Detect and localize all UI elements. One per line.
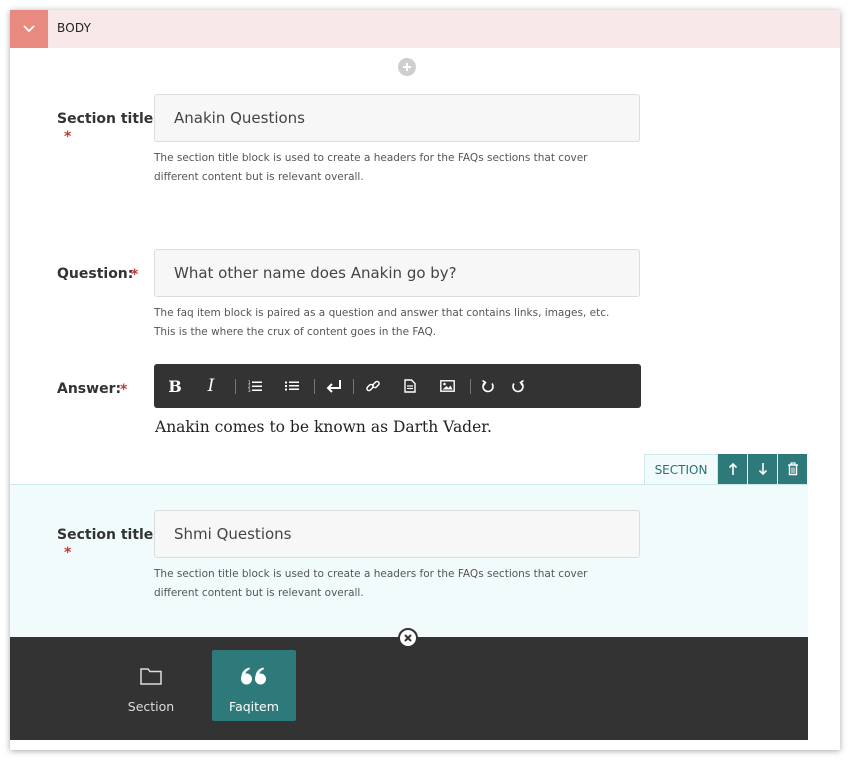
question-input[interactable] bbox=[154, 249, 640, 297]
section-title-label: Section title: bbox=[57, 111, 159, 127]
toolbar-divider bbox=[314, 379, 315, 394]
required-marker: * bbox=[131, 267, 139, 283]
svg-text:3: 3 bbox=[248, 388, 251, 392]
bullet-list-button[interactable] bbox=[280, 374, 304, 398]
toolbar-divider bbox=[235, 379, 236, 394]
required-marker: * bbox=[64, 129, 72, 145]
answer-label: Answer: bbox=[57, 381, 122, 397]
link-icon bbox=[366, 380, 380, 392]
arrow-up-icon bbox=[728, 462, 737, 475]
line-break-icon bbox=[326, 380, 341, 393]
move-down-button[interactable] bbox=[748, 454, 777, 484]
bold-button[interactable]: B bbox=[163, 374, 187, 398]
bullet-list-icon bbox=[285, 381, 299, 391]
section-tag: SECTION bbox=[644, 454, 718, 484]
body-panel: BODY Section title: * The section title … bbox=[10, 10, 840, 750]
undo-button[interactable] bbox=[476, 374, 500, 398]
section-title-input[interactable] bbox=[154, 510, 640, 558]
body-header: BODY bbox=[10, 10, 840, 48]
arrow-down-icon bbox=[758, 463, 767, 476]
move-up-button[interactable] bbox=[718, 454, 747, 484]
document-icon bbox=[404, 379, 416, 393]
link-button[interactable] bbox=[361, 374, 385, 398]
folder-icon bbox=[140, 668, 162, 685]
plus-icon bbox=[403, 63, 411, 71]
line-break-button[interactable] bbox=[322, 374, 346, 398]
chevron-down-icon bbox=[23, 25, 35, 33]
collapse-toggle[interactable] bbox=[10, 10, 48, 48]
document-button[interactable] bbox=[398, 374, 422, 398]
section-title-help: The section title block is used to creat… bbox=[154, 152, 588, 183]
toolbar-divider bbox=[353, 379, 354, 394]
question-help: The faq item block is paired as a questi… bbox=[154, 307, 610, 338]
image-button[interactable] bbox=[435, 374, 459, 398]
image-icon bbox=[439, 380, 455, 392]
answer-editor[interactable]: Anakin comes to be known as Darth Vader. bbox=[155, 418, 492, 436]
bold-icon: B bbox=[168, 376, 182, 396]
italic-button[interactable]: I bbox=[199, 374, 223, 398]
rich-text-toolbar: B I 1 2 3 bbox=[154, 364, 641, 408]
add-faqitem-button[interactable]: Faqitem bbox=[212, 650, 296, 721]
section-title-help: The section title block is used to creat… bbox=[154, 568, 588, 599]
section-title-input[interactable] bbox=[154, 94, 640, 142]
quote-icon bbox=[241, 667, 266, 685]
trash-icon bbox=[787, 462, 798, 476]
section-title-label: Section title: bbox=[57, 527, 159, 543]
add-block-button[interactable] bbox=[398, 58, 416, 76]
add-section-button[interactable]: Section bbox=[109, 650, 193, 721]
redo-icon bbox=[512, 379, 524, 393]
block-label: Section bbox=[127, 699, 175, 714]
italic-icon: I bbox=[207, 376, 215, 396]
block-label: Faqitem bbox=[229, 699, 279, 714]
undo-icon bbox=[482, 379, 494, 393]
required-marker: * bbox=[64, 545, 72, 561]
question-label: Question: bbox=[57, 266, 134, 282]
header-title: BODY bbox=[57, 21, 92, 35]
section-block-2 bbox=[10, 484, 808, 638]
delete-button[interactable] bbox=[778, 454, 807, 484]
close-icon bbox=[404, 634, 412, 642]
redo-button[interactable] bbox=[506, 374, 530, 398]
ordered-list-icon: 1 2 3 bbox=[248, 380, 262, 392]
toolbar-divider bbox=[470, 379, 471, 394]
block-picker: Section Faqitem bbox=[10, 637, 808, 740]
ordered-list-button[interactable]: 1 2 3 bbox=[243, 374, 267, 398]
required-marker: * bbox=[120, 382, 128, 398]
close-picker-button[interactable] bbox=[398, 628, 418, 648]
